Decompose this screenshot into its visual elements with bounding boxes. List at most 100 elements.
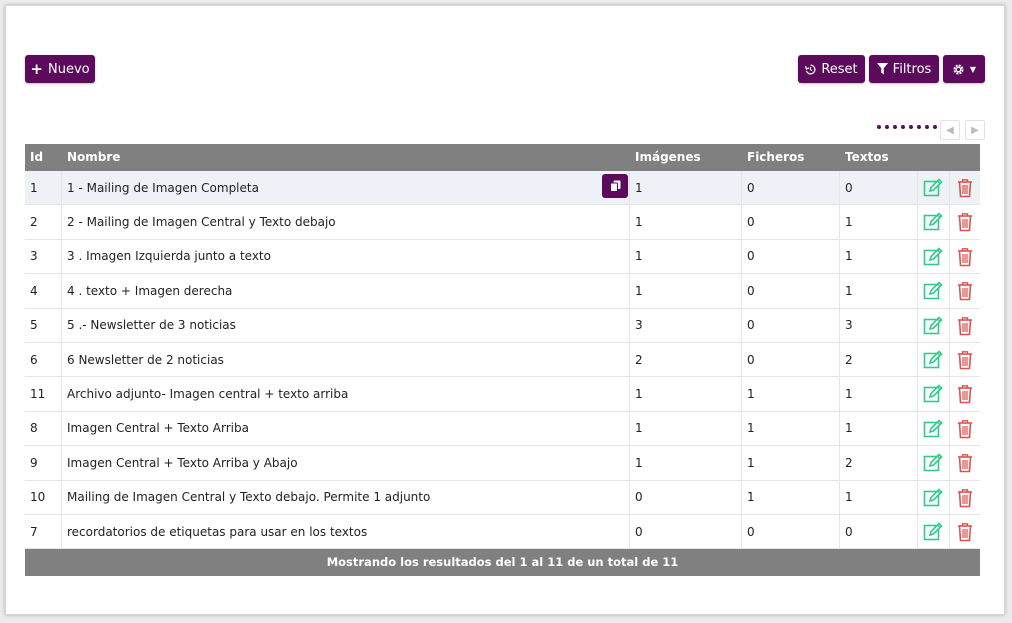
pagination-dot[interactable] xyxy=(933,125,937,129)
new-button[interactable]: + Nuevo xyxy=(25,55,95,83)
chevron-left-icon: ◀ xyxy=(946,124,954,136)
pagination-dot[interactable] xyxy=(877,125,881,129)
edit-icon[interactable] xyxy=(923,487,943,508)
settings-dropdown-button[interactable]: ▼ xyxy=(943,55,985,83)
column-divider xyxy=(61,308,62,342)
column-header-id[interactable]: Id xyxy=(30,144,43,171)
edit-icon[interactable] xyxy=(923,315,943,336)
trash-icon[interactable] xyxy=(957,350,973,370)
edit-icon[interactable] xyxy=(923,178,943,198)
column-divider xyxy=(839,411,840,446)
column-header-texts[interactable]: Textos xyxy=(845,144,889,171)
table-row[interactable]: 8 Imagen Central + Texto Arriba 1 1 1 xyxy=(25,411,980,447)
cell-id: 6 xyxy=(30,352,38,367)
table-row[interactable]: 11 Archivo adjunto- Imagen central + text… xyxy=(25,377,980,412)
column-header-name[interactable]: Nombre xyxy=(67,144,120,171)
templates-table: Id Nombre Imágenes Ficheros Textos 1 1 - … xyxy=(25,144,980,577)
column-divider xyxy=(917,514,918,549)
table-row[interactable]: 9 Imagen Central + Texto Arriba y Abajo 1 1… xyxy=(25,446,980,481)
edit-icon[interactable] xyxy=(923,522,943,542)
cell-images: 1 xyxy=(635,180,643,195)
trash-icon[interactable] xyxy=(957,316,973,336)
cell-images: 1 xyxy=(635,421,643,436)
cell-id: 4 xyxy=(30,283,38,298)
cell-texts: 1 xyxy=(845,283,853,298)
prev-page-button[interactable]: ◀ xyxy=(940,120,960,140)
pagination-dot[interactable] xyxy=(917,125,921,129)
copy-button[interactable] xyxy=(602,174,628,198)
cell-images: 1 xyxy=(635,249,643,264)
cell-name: 6 Newsletter de 2 noticias xyxy=(67,352,224,367)
trash-icon[interactable] xyxy=(957,488,973,508)
trash-icon[interactable] xyxy=(957,281,973,301)
cell-id: 1 xyxy=(30,180,38,195)
cell-id: 11 xyxy=(30,387,46,402)
column-divider xyxy=(629,377,630,411)
edit-icon[interactable] xyxy=(923,212,943,232)
cell-id: 2 xyxy=(30,215,38,230)
table-row[interactable]: 2 2 - Mailing de Imagen Central y Texto d… xyxy=(25,205,980,240)
cell-texts: 1 xyxy=(845,421,853,436)
edit-icon[interactable] xyxy=(923,419,943,439)
cell-files: 0 xyxy=(747,318,755,333)
column-divider xyxy=(741,480,742,514)
trash-icon[interactable] xyxy=(957,419,973,439)
table-row[interactable]: 3 3 . Imagen Izquierda junto a texto 1 0 1 xyxy=(25,239,980,275)
cell-images: 0 xyxy=(635,490,643,505)
cell-files: 0 xyxy=(747,249,755,264)
table-footer-summary: Mostrando los resultados del 1 al 11 de … xyxy=(25,549,980,577)
table-row[interactable]: 1 1 - Mailing de Imagen Completa 1 0 0 xyxy=(25,171,980,206)
column-divider xyxy=(917,308,918,342)
column-divider xyxy=(61,171,62,205)
column-header-files[interactable]: Ficheros xyxy=(747,144,804,171)
column-divider xyxy=(949,274,950,308)
column-divider xyxy=(741,411,742,446)
pagination-dot[interactable] xyxy=(909,125,913,129)
pagination-dot[interactable] xyxy=(925,125,929,129)
column-divider xyxy=(949,308,950,342)
column-divider xyxy=(839,480,840,514)
filters-button-label: Filtros xyxy=(892,61,932,77)
table-row[interactable]: 4 4 . texto + Imagen derecha 1 0 1 xyxy=(25,274,980,309)
next-page-button[interactable]: ▶ xyxy=(965,120,985,140)
column-header-images[interactable]: Imágenes xyxy=(635,144,701,171)
table-row[interactable]: 10 Mailing de Imagen Central y Texto deba… xyxy=(25,480,980,515)
edit-icon[interactable] xyxy=(923,247,943,267)
trash-icon[interactable] xyxy=(957,178,973,198)
trash-icon[interactable] xyxy=(957,247,973,267)
cell-name: 5 .- Newsletter de 3 noticias xyxy=(67,318,236,333)
edit-icon[interactable] xyxy=(923,281,943,301)
filters-button[interactable]: Filtros xyxy=(869,55,939,83)
trash-icon[interactable] xyxy=(957,453,973,473)
column-divider xyxy=(949,446,950,480)
pagination-dot[interactable] xyxy=(893,125,897,129)
cell-name: Mailing de Imagen Central y Texto debajo… xyxy=(67,490,431,505)
column-divider xyxy=(839,239,840,274)
cell-files: 0 xyxy=(747,180,755,195)
column-divider xyxy=(917,411,918,446)
chevron-right-icon: ▶ xyxy=(971,124,979,136)
column-divider xyxy=(839,342,840,377)
cell-files: 1 xyxy=(747,421,755,436)
trash-icon[interactable] xyxy=(957,384,973,404)
table-row[interactable]: 6 6 Newsletter de 2 noticias 2 0 2 xyxy=(25,342,980,378)
table-row[interactable]: 5 5 .- Newsletter de 3 noticias 3 0 3 xyxy=(25,308,980,343)
cell-images: 1 xyxy=(635,387,643,402)
reset-button[interactable]: Reset xyxy=(798,55,865,83)
cell-name: 4 . texto + Imagen derecha xyxy=(67,283,233,298)
trash-icon[interactable] xyxy=(957,212,973,232)
cell-id: 3 xyxy=(30,249,38,264)
table-row[interactable]: 7 recordatorios de etiquetas para usar en… xyxy=(25,514,980,550)
trash-icon[interactable] xyxy=(957,522,973,542)
cell-id: 7 xyxy=(30,524,38,539)
pagination-dot[interactable] xyxy=(901,125,905,129)
column-divider xyxy=(949,514,950,549)
column-divider xyxy=(949,377,950,411)
edit-icon[interactable] xyxy=(923,350,943,370)
edit-icon[interactable] xyxy=(923,384,943,404)
column-divider xyxy=(917,342,918,377)
edit-icon[interactable] xyxy=(923,453,943,473)
pagination-dot[interactable] xyxy=(885,125,889,129)
column-divider xyxy=(741,514,742,549)
cell-images: 0 xyxy=(635,524,643,539)
